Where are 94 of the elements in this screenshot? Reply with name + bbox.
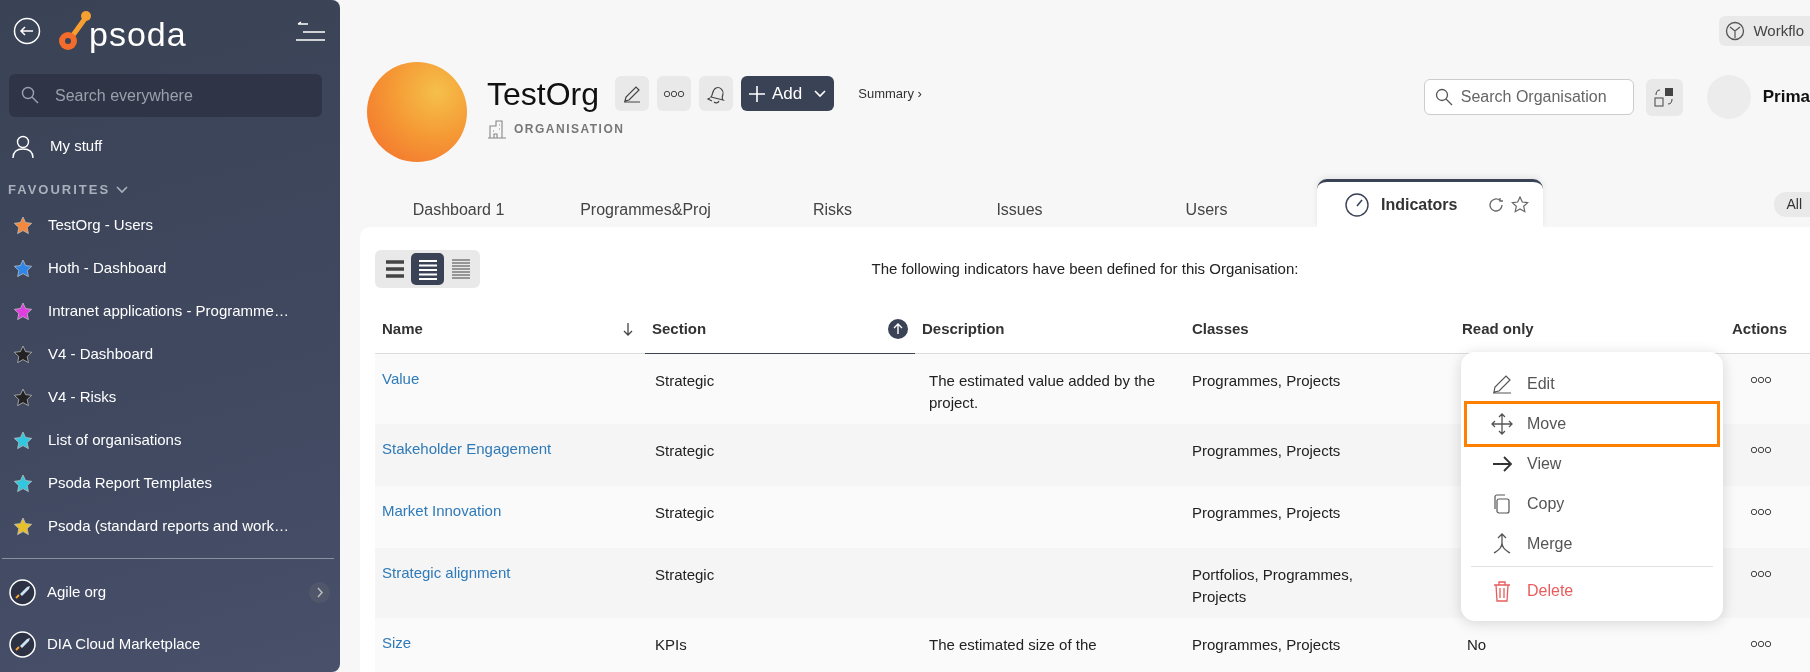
table-cell: Programmes, Projects [1192,503,1341,521]
row-actions-button[interactable] [1750,375,1772,384]
menu-item[interactable]: View [1467,444,1717,484]
my-stuff-link[interactable]: My stuff [0,125,340,168]
favourite-link[interactable]: Intranet applications - Programme… [0,289,340,333]
column-header[interactable]: Name [382,318,423,341]
table-cell: Programmes, Projects [1192,441,1341,459]
menu-icon[interactable] [294,19,326,43]
menu-item[interactable]: Merge [1467,524,1717,564]
table-cell: No [1467,635,1487,653]
favourite-link[interactable]: V4 - Dashboard [0,332,340,376]
move-icon [1491,413,1513,435]
delete-icon [1491,580,1513,602]
intro-text: The following indicators have been defined for this Organisation: [871,259,1299,277]
more-icon [1750,507,1772,516]
back-button[interactable] [13,17,41,45]
search-field[interactable]: Search everywhere [9,74,322,117]
column-header[interactable]: Description [922,318,1005,341]
plus-icon [749,85,766,102]
user-name: Prima [1762,86,1810,109]
table-cell: Programmes, Projects [1192,635,1341,653]
favourite-link[interactable]: TestOrg - Users [0,203,340,247]
gauge-icon [1345,192,1369,217]
collapse-menu-icon [294,20,326,43]
column-header[interactable]: Read only [1462,318,1534,341]
favourite-link[interactable]: Hoth - Dashboard [0,246,340,290]
table-cell: Strategic [655,503,715,521]
edit-icon [1491,373,1513,395]
row-actions-button[interactable] [1750,569,1772,578]
column-header[interactable]: Actions [1732,318,1787,341]
logo-text: psoda [89,17,187,51]
organisation-link[interactable]: Agile org [0,566,340,619]
favourite-link[interactable]: List of organisations [0,418,340,462]
column-header[interactable]: Classes [1192,318,1249,341]
favourites-heading: FAVOURITES [8,181,111,199]
star-icon [1511,195,1529,214]
chevron-down-icon [116,185,129,194]
merge-icon [1491,533,1513,555]
filter-pill[interactable]: All [1774,192,1810,217]
chevron-right-icon [309,582,330,603]
tab[interactable]: Issues [926,183,1113,227]
indicator-link[interactable]: Size [382,633,412,651]
tab[interactable]: Indicators [1317,179,1543,227]
menu-item[interactable]: Copy [1467,484,1717,524]
tab[interactable]: Dashboard 1 [365,183,552,227]
more-icon [1750,569,1772,578]
table-cell: Portfolios, Programmes, Projects [1192,565,1353,605]
person-icon [12,134,34,159]
table-cell: The estimated value added by the project. [929,371,1155,411]
table-cell: Strategic [655,441,715,459]
add-button[interactable]: Add [741,76,835,111]
tab[interactable]: Programmes&Proj [552,183,739,227]
more-icon [663,89,686,98]
search-icon [1434,88,1453,106]
tab[interactable]: Risks [739,183,926,227]
organisation-link[interactable]: DIA Cloud Marketplace [0,618,340,671]
indicator-link[interactable]: Market Innovation [382,501,502,519]
more-icon [1750,375,1772,384]
row-actions-button[interactable] [1750,507,1772,516]
row-actions-button[interactable] [1750,445,1772,454]
table-cell: Strategic [655,371,715,389]
indicator-link[interactable]: Value [382,369,420,387]
copy-icon [1491,493,1513,515]
menu-item[interactable]: Edit [1467,364,1717,404]
more-icon [1750,445,1772,454]
column-header[interactable]: Section [652,318,707,341]
edit-button[interactable] [615,76,650,111]
switch-button[interactable] [1645,78,1683,116]
summary-link[interactable]: Summary › [858,83,922,104]
table-cell: Programmes, Projects [1192,371,1341,389]
search-field[interactable]: Search Organisation [1423,79,1634,115]
swap-icon [1653,86,1676,108]
favourite-link[interactable]: Psoda (standard reports and work… [0,504,340,548]
row-actions-button[interactable] [1750,639,1772,648]
view-mode-button[interactable] [411,253,444,285]
table-cell: Strategic [655,565,715,583]
tab[interactable]: Users [1113,183,1300,227]
notification-button[interactable] [699,76,734,111]
favourite-link[interactable]: V4 - Risks [0,375,340,419]
search-icon [21,86,39,104]
menu-item[interactable]: Move [1467,404,1717,444]
workflow-button[interactable]: Workflo [1719,16,1810,46]
building-icon [487,119,507,139]
more-icon [1750,639,1772,648]
organisation-type: ORGANISATION [514,121,625,138]
table-cell: KPIs [655,635,687,653]
indicator-link[interactable]: Stakeholder Engagement [382,439,552,457]
organisation-title: TestOrg [487,77,600,110]
chevron-down-icon [814,89,827,98]
favourite-link[interactable]: Psoda Report Templates [0,461,340,505]
refresh-icon [1487,195,1505,214]
indicator-link[interactable]: Strategic alignment [382,563,511,581]
more-button[interactable] [657,76,692,111]
table-cell: The estimated size of the [929,635,1097,653]
